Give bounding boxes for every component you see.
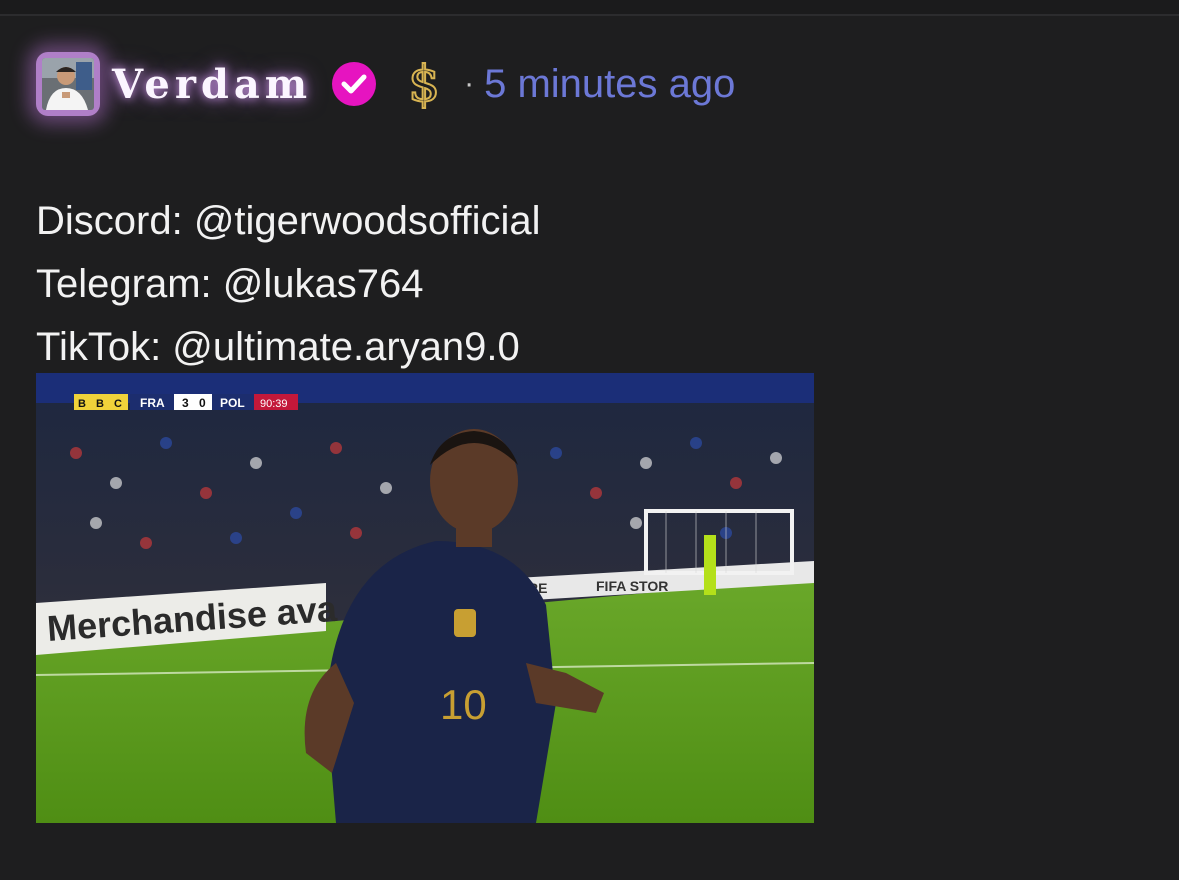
svg-text:B: B: [78, 398, 86, 410]
svg-text:B: B: [96, 398, 104, 410]
top-divider: [0, 0, 1179, 16]
discord-line: Discord: @tigerwoodsofficial: [36, 199, 541, 243]
username[interactable]: Verdam: [112, 61, 312, 108]
profile-photo-icon: [42, 58, 94, 110]
away-score: 0: [199, 396, 206, 410]
check-badge-icon: [330, 60, 378, 108]
away-team: POL: [220, 396, 245, 410]
separator-dot: ·: [464, 67, 475, 100]
telegram-line: Telegram: @lukas764: [36, 262, 424, 306]
avatar[interactable]: [36, 52, 100, 116]
post-header: Verdam $ · 5 minutes ago: [36, 52, 735, 116]
jersey-number: 10: [440, 681, 487, 728]
match-clock: 90:39: [260, 398, 288, 410]
svg-text:C: C: [114, 398, 122, 410]
post-media-gif[interactable]: Merchandise ava RE FIFA STOR 10 B B C FR…: [36, 373, 814, 823]
score-bug: B B C FRA 3 0 POL 90:39: [74, 394, 298, 410]
home-score: 3: [182, 396, 189, 410]
ad-text-fifa: FIFA STOR: [596, 578, 668, 594]
post-body: Discord: @tigerwoodsofficial Telegram: @…: [36, 190, 541, 379]
tiktok-line: TikTok: @ultimate.aryan9.0: [36, 325, 520, 369]
home-team: FRA: [140, 396, 165, 410]
dollar-icon: $: [407, 55, 441, 113]
timestamp[interactable]: 5 minutes ago: [484, 62, 735, 107]
